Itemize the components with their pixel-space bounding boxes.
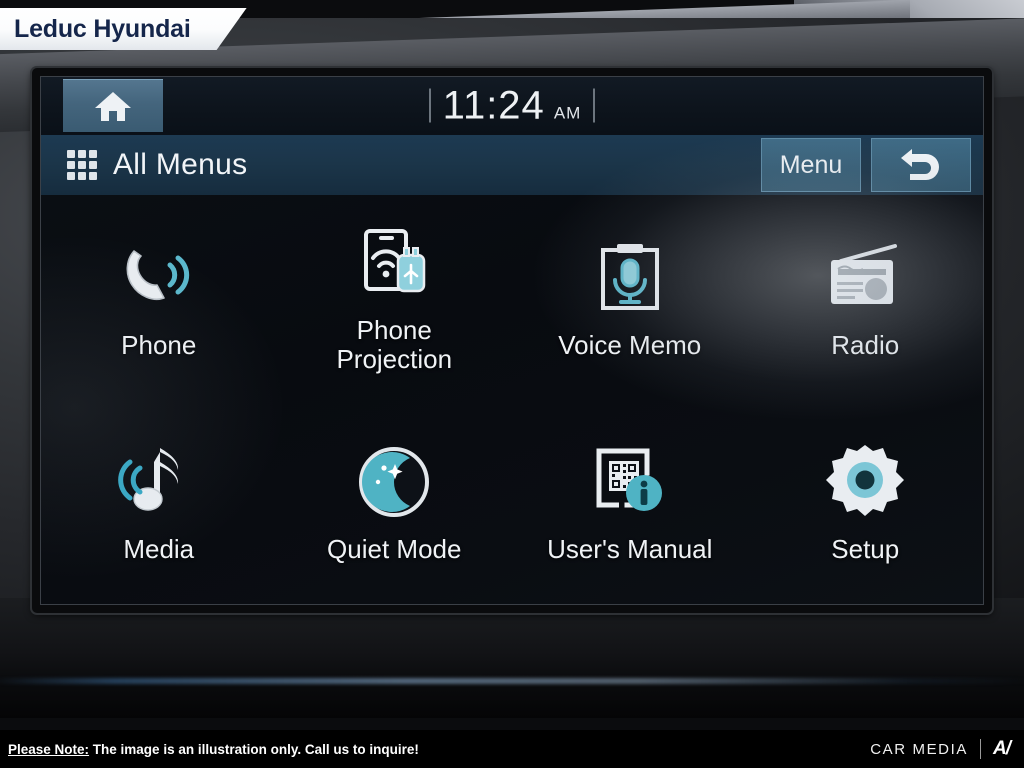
disclaimer-label: Please Note:	[8, 741, 90, 757]
menu-button[interactable]: Menu	[761, 138, 861, 192]
brand-divider	[980, 739, 981, 759]
gear-icon	[826, 445, 905, 517]
menu-item-label: Quiet Mode	[327, 534, 462, 565]
clock-time: 11:24	[442, 83, 545, 128]
car-media-brand: CAR MEDIA A/	[870, 738, 1011, 760]
menu-item-label-line2: Projection	[336, 344, 453, 375]
voice-memo-icon	[600, 243, 659, 310]
back-arrow-icon	[901, 149, 939, 180]
phone-handset-icon	[126, 249, 189, 300]
menu-item-quiet-mode[interactable]: Quiet Mode	[277, 400, 513, 605]
radio-icon	[831, 243, 898, 304]
music-note-icon	[117, 448, 178, 511]
menu-item-label: Media	[123, 534, 195, 565]
menu-item-phone-projection[interactable]: Phone Projection	[277, 195, 513, 400]
dashboard-trim-line	[0, 678, 1024, 684]
menu-item-label-line1: Phone	[356, 315, 432, 346]
clock: 11:24 AM	[41, 84, 983, 129]
menu-item-users-manual[interactable]: User's Manual	[512, 400, 748, 605]
menu-item-label: Radio	[831, 329, 900, 360]
vehicle-photo: 11:24 AM All Menus Menu Phone Phone Proj…	[0, 0, 1024, 768]
dealer-banner: Leduc Hyundai	[0, 8, 247, 50]
clock-separator-right	[593, 88, 596, 123]
qr-manual-icon	[596, 448, 662, 512]
bezel-bottom	[0, 598, 1024, 718]
menu-item-label: User's Manual	[547, 534, 713, 565]
clock-separator-left	[428, 88, 431, 123]
moon-stars-icon	[359, 447, 430, 518]
back-button[interactable]	[871, 138, 971, 192]
page-title: All Menus	[113, 148, 248, 181]
title-bar: All Menus Menu	[41, 135, 983, 195]
disclaimer-text: Please Note: The image is an illustratio…	[8, 742, 419, 757]
menu-item-label: Voice Memo	[558, 329, 702, 360]
menu-item-voice-memo[interactable]: Voice Memo	[512, 195, 748, 400]
grid-menu-icon	[67, 150, 97, 180]
status-bar: 11:24 AM	[41, 77, 983, 135]
disclaimer-body: The image is an illustration only. Call …	[89, 741, 419, 757]
menu-button-label: Menu	[779, 150, 843, 179]
clock-period: AM	[553, 103, 582, 123]
dealer-name: Leduc Hyundai	[14, 14, 191, 43]
brand-logo-mark: A/	[993, 738, 1011, 759]
menu-item-radio[interactable]: Radio	[748, 195, 984, 400]
menu-item-setup[interactable]: Setup	[748, 400, 984, 605]
menu-item-label: Setup	[831, 534, 900, 565]
all-menus-grid: Phone Phone Projection Voice Memo Radio …	[41, 195, 983, 604]
menu-item-media[interactable]: Media	[41, 400, 277, 605]
menu-item-label: Phone	[121, 329, 197, 360]
disclaimer-bar: Please Note: The image is an illustratio…	[0, 730, 1024, 768]
infotainment-screen: 11:24 AM All Menus Menu Phone Phone Proj…	[32, 68, 992, 613]
menu-item-phone[interactable]: Phone	[41, 195, 277, 400]
car-media-text: CAR MEDIA	[870, 740, 968, 758]
menu-item-label: Phone Projection	[336, 316, 452, 374]
phone-projection-icon	[364, 229, 426, 293]
